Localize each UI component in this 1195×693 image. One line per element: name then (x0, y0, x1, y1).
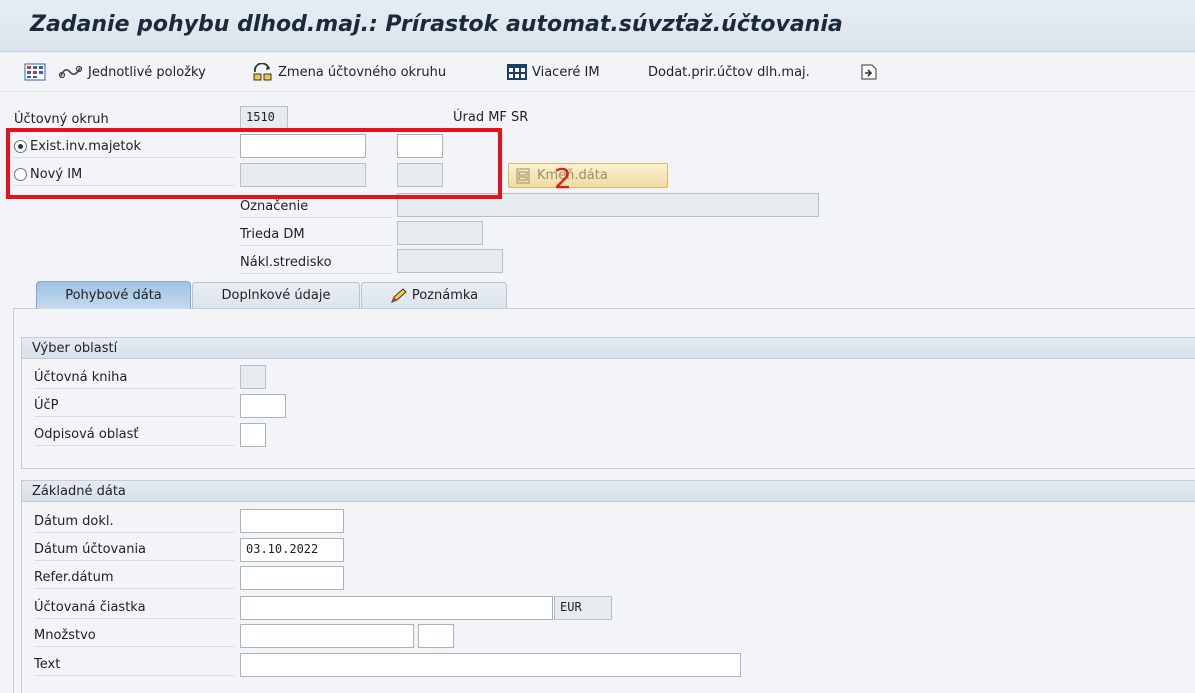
text-input[interactable] (240, 653, 741, 677)
master-data-icon (516, 168, 530, 183)
area-selection-group: Výber oblastí Účtovná kniha ÚčP Odpisová… (21, 337, 1195, 469)
company-code-label: Účtovný okruh (14, 111, 109, 127)
items-link-icon (58, 65, 83, 79)
tab-movement-data[interactable]: Pohybové dáta (36, 281, 191, 309)
tab-additional-details[interactable]: Doplnkové údaje (192, 282, 360, 308)
depreciation-area-label: Odpisová oblasť (34, 424, 234, 446)
posting-date-input[interactable]: 03.10.2022 (240, 538, 344, 562)
annotation-number: 2 (554, 162, 572, 195)
company-code-name: Úrad MF SR (453, 110, 529, 125)
single-items-label: Jednotlivé položky (88, 64, 206, 80)
asset-class-field (397, 221, 483, 245)
master-data-button[interactable]: Kmeň.dáta (508, 163, 668, 188)
document-date-input[interactable] (240, 509, 344, 533)
multiple-assets-label: Viaceré IM (532, 64, 600, 80)
ucp-label: ÚčP (34, 395, 234, 417)
asset-class-label: Trieda DM (240, 224, 392, 246)
currency-field: EUR (554, 596, 612, 620)
multiple-assets-button[interactable]: Viaceré IM (506, 62, 600, 82)
highlight-box (6, 128, 502, 199)
amount-input[interactable] (240, 596, 553, 620)
company-code-field[interactable]: 1510 (240, 106, 288, 130)
master-data-label: Kmeň.dáta (537, 168, 608, 183)
ledger-field (240, 365, 266, 389)
post-subsequent-acquisition-button[interactable]: Dodat.prir.účtov dlh.maj. (648, 62, 810, 82)
single-items-button[interactable]: Jednotlivé položky (58, 62, 206, 82)
area-selection-title: Výber oblastí (22, 338, 1195, 359)
table-icon (507, 64, 527, 80)
export-button[interactable] (860, 62, 882, 82)
multi-grid-button[interactable] (24, 62, 50, 82)
amount-label: Účtovaná čiastka (34, 597, 234, 619)
basic-data-group: Základné dáta Dátum dokl. Dátum účtovani… (21, 480, 1195, 693)
designation-label: Označenie (240, 196, 392, 218)
note-pencil-icon (390, 287, 407, 303)
basic-data-title: Základné dáta (22, 481, 1195, 502)
document-date-label: Dátum dokl. (34, 511, 234, 533)
tab-additional-details-label: Doplnkové údaje (221, 288, 331, 303)
multi-grid-icon (24, 63, 46, 81)
ledger-label: Účtovná kniha (34, 367, 234, 389)
posting-date-label: Dátum účtovania (34, 539, 234, 561)
ucp-input[interactable] (240, 394, 286, 418)
tab-note[interactable]: Poznámka (361, 282, 507, 308)
export-icon (861, 64, 877, 80)
change-company-code-button[interactable]: Zmena účtovného okruhu (252, 62, 446, 82)
reference-date-input[interactable] (240, 566, 344, 590)
post-subsequent-acquisition-label: Dodat.prir.účtov dlh.maj. (648, 64, 810, 80)
quantity-label: Množstvo (34, 625, 234, 647)
cost-center-label: Nákl.stredisko (240, 252, 392, 274)
unit-input[interactable] (418, 624, 454, 648)
title-bar: Zadanie pohybu dlhod.maj.: Prírastok aut… (0, 0, 1195, 52)
change-company-code-label: Zmena účtovného okruhu (278, 64, 447, 80)
cost-center-field (397, 249, 503, 273)
text-label: Text (34, 654, 234, 676)
tab-note-label: Poznámka (411, 288, 479, 303)
window-title: Zadanie pohybu dlhod.maj.: Prírastok aut… (30, 12, 843, 37)
reference-date-label: Refer.dátum (34, 567, 234, 589)
change-company-code-icon (253, 63, 272, 81)
application-toolbar: Jednotlivé položky Zmena účtovného okruh… (0, 52, 1195, 92)
quantity-input[interactable] (240, 624, 414, 648)
depreciation-area-input[interactable] (240, 423, 266, 447)
tab-movement-data-label: Pohybové dáta (65, 288, 162, 303)
